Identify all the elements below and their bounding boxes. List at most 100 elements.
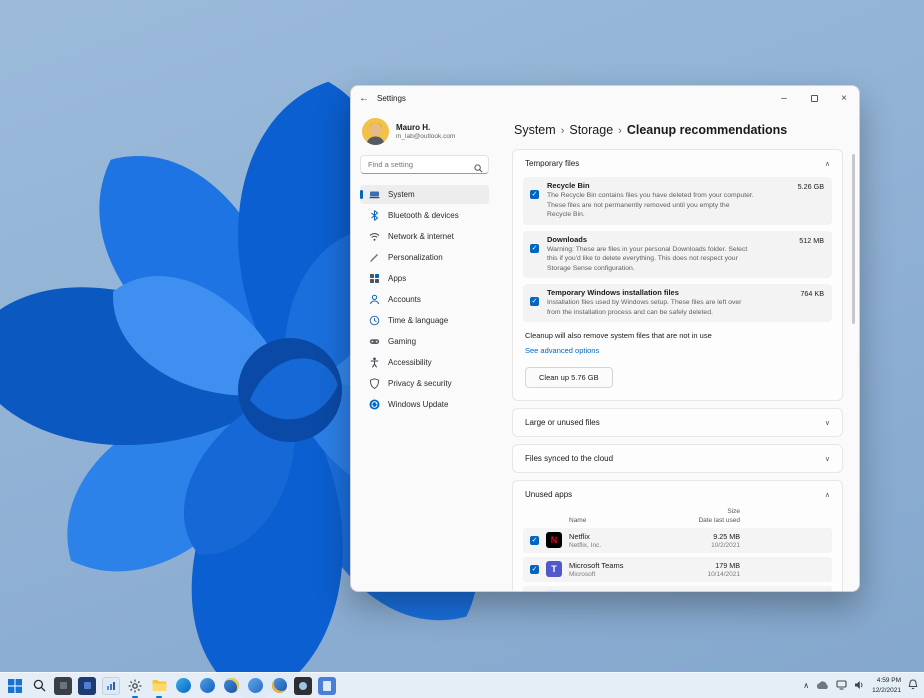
notepad-app-icon[interactable] xyxy=(318,676,336,695)
sidebar-item-bluetooth[interactable]: Bluetooth & devices xyxy=(360,206,489,225)
maximize-button[interactable] xyxy=(799,86,829,110)
recycle-bin-checkbox[interactable]: ✓ xyxy=(530,190,539,199)
tray-chevron-icon[interactable]: ∧ xyxy=(803,681,809,690)
section-title: Files synced to the cloud xyxy=(525,454,614,464)
app-row-ubuntu: ✓ Ubuntu 20.04 LTS Canonical Group Limit… xyxy=(523,586,832,591)
sidebar-item-label: System xyxy=(388,190,415,199)
edge-browser-icon[interactable] xyxy=(174,677,192,695)
scrollbar[interactable] xyxy=(852,154,855,324)
item-title: Temporary Windows installation files xyxy=(547,288,679,298)
cleanup-note: Cleanup will also remove system files th… xyxy=(525,331,712,341)
breadcrumb-storage[interactable]: Storage xyxy=(569,123,613,137)
sidebar-item-label: Time & language xyxy=(388,316,449,325)
store-app-icon[interactable] xyxy=(78,676,96,695)
sidebar-item-personalization[interactable]: Personalization xyxy=(360,248,489,267)
breadcrumb-system[interactable]: System xyxy=(514,123,556,137)
account-summary[interactable]: Mauro H. m_lab@outlook.com xyxy=(362,118,489,145)
item-title: Downloads xyxy=(547,234,588,244)
advanced-options-link[interactable]: See advanced options xyxy=(525,346,599,355)
chevron-down-icon[interactable]: ∨ xyxy=(825,419,830,427)
sidebar-item-label: Gaming xyxy=(388,337,417,346)
close-button[interactable]: × xyxy=(829,86,859,110)
downloads-checkbox[interactable]: ✓ xyxy=(530,243,539,253)
large-files-header[interactable]: Large or unused files ∨ xyxy=(513,409,842,436)
recycle-bin-row: ✓ Recycle Bin The Recycle Bin contains f… xyxy=(523,177,832,225)
sidebar-item-system[interactable]: System xyxy=(360,185,489,204)
sidebar-item-label: Bluetooth & devices xyxy=(388,211,459,220)
breadcrumb: System › Storage › Cleanup recommendations xyxy=(514,123,843,137)
sidebar-item-label: Accounts xyxy=(388,295,421,304)
item-size: 764 KB xyxy=(800,289,824,299)
settings-app-icon[interactable] xyxy=(126,677,144,698)
app-size: 9.25 MB xyxy=(713,532,740,542)
unused-apps-header[interactable]: Unused apps ∧ xyxy=(513,481,842,508)
item-description: Warning: These are files in your persona… xyxy=(547,245,748,272)
item-title: Recycle Bin xyxy=(547,181,590,190)
sidebar-item-privacy[interactable]: Privacy & security xyxy=(360,374,489,393)
camera-app-icon[interactable] xyxy=(294,676,312,695)
chevron-down-icon[interactable]: ∨ xyxy=(825,455,830,463)
sidebar-item-time-language[interactable]: Time & language xyxy=(360,311,489,330)
sidebar-item-label: Apps xyxy=(388,274,407,283)
cloud-files-header[interactable]: Files synced to the cloud ∨ xyxy=(513,445,842,472)
browser-beta-app-icon[interactable] xyxy=(222,677,240,695)
temporary-files-card: Temporary files ∧ ✓ Recycle Bin The Recy… xyxy=(512,149,843,402)
clean-up-temporary-button[interactable]: Clean up 5.76 GB xyxy=(525,367,613,389)
teams-icon: T xyxy=(546,561,562,578)
accessibility-icon xyxy=(369,357,380,368)
sidebar-item-label: Network & internet xyxy=(388,232,454,241)
onedrive-icon[interactable] xyxy=(816,677,829,695)
item-description: The Recycle Bin contains files you have … xyxy=(547,192,754,219)
network-tray-icon[interactable] xyxy=(836,677,847,695)
browser-canary-app-icon[interactable] xyxy=(270,677,288,695)
temporary-files-header[interactable]: Temporary files ∧ xyxy=(513,150,842,177)
user-name: Mauro H. xyxy=(396,123,431,132)
search-icon xyxy=(474,160,483,178)
notification-bell-icon[interactable] xyxy=(908,677,918,695)
sidebar-item-gaming[interactable]: Gaming xyxy=(360,332,489,351)
chevron-up-icon[interactable]: ∧ xyxy=(825,491,830,499)
main-content: System › Storage › Cleanup recommendations T… xyxy=(498,110,859,591)
section-title: Large or unused files xyxy=(525,418,600,428)
stocks-app-icon[interactable] xyxy=(102,676,120,695)
sidebar-item-accounts[interactable]: Accounts xyxy=(360,290,489,309)
settings-window: ← Settings – × Mauro H. m_lab@outlook.co… xyxy=(350,85,860,592)
clock-icon xyxy=(369,315,380,326)
netflix-checkbox[interactable]: ✓ xyxy=(530,536,539,546)
app-row-teams: ✓ T Microsoft Teams Microsoft 179 MB 10/… xyxy=(523,557,832,583)
section-title: Temporary files xyxy=(525,159,580,168)
sidebar-item-label: Accessibility xyxy=(388,358,432,367)
app-publisher: Netflix, Inc. xyxy=(569,542,602,550)
netflix-icon: N xyxy=(546,532,562,549)
page-title: Cleanup recommendations xyxy=(626,123,788,137)
back-button[interactable]: ← xyxy=(351,93,377,104)
browser-dev-app-icon[interactable] xyxy=(246,677,264,695)
search-input[interactable] xyxy=(361,156,488,173)
item-description: Installation files used by Windows setup… xyxy=(547,299,742,316)
windows-installation-files-row: ✓ Temporary Windows installation files I… xyxy=(523,284,832,323)
task-view-app-icon[interactable] xyxy=(54,676,72,695)
installation-files-checkbox[interactable]: ✓ xyxy=(530,297,539,307)
item-size: 5.26 GB xyxy=(797,182,824,191)
search-button[interactable] xyxy=(30,677,48,695)
file-explorer-icon[interactable] xyxy=(150,677,168,698)
sidebar-item-apps[interactable]: Apps xyxy=(360,269,489,288)
browser-app-icon[interactable] xyxy=(198,677,216,695)
cloud-files-card: Files synced to the cloud ∨ xyxy=(512,444,843,474)
sidebar-item-network[interactable]: Network & internet xyxy=(360,227,489,246)
volume-icon[interactable] xyxy=(854,677,865,695)
brush-icon xyxy=(369,252,380,263)
app-name: Netflix xyxy=(569,532,590,542)
app-name: Ubuntu 20.04 LTS xyxy=(569,590,832,591)
chevron-up-icon[interactable]: ∧ xyxy=(825,160,830,168)
sidebar-item-accessibility[interactable]: Accessibility xyxy=(360,353,489,372)
sidebar-item-windows-update[interactable]: Windows Update xyxy=(360,395,489,414)
tray-clock[interactable]: 4:59 PM 12/2/2021 xyxy=(872,676,901,694)
system-tray: ∧ 4:59 PM 12/2/2021 xyxy=(803,676,918,694)
minimize-button[interactable]: – xyxy=(769,86,799,110)
update-icon xyxy=(369,399,380,410)
sidebar-item-label: Windows Update xyxy=(388,400,449,409)
user-email: m_lab@outlook.com xyxy=(396,133,456,140)
start-button[interactable] xyxy=(6,677,24,695)
teams-checkbox[interactable]: ✓ xyxy=(530,565,539,575)
